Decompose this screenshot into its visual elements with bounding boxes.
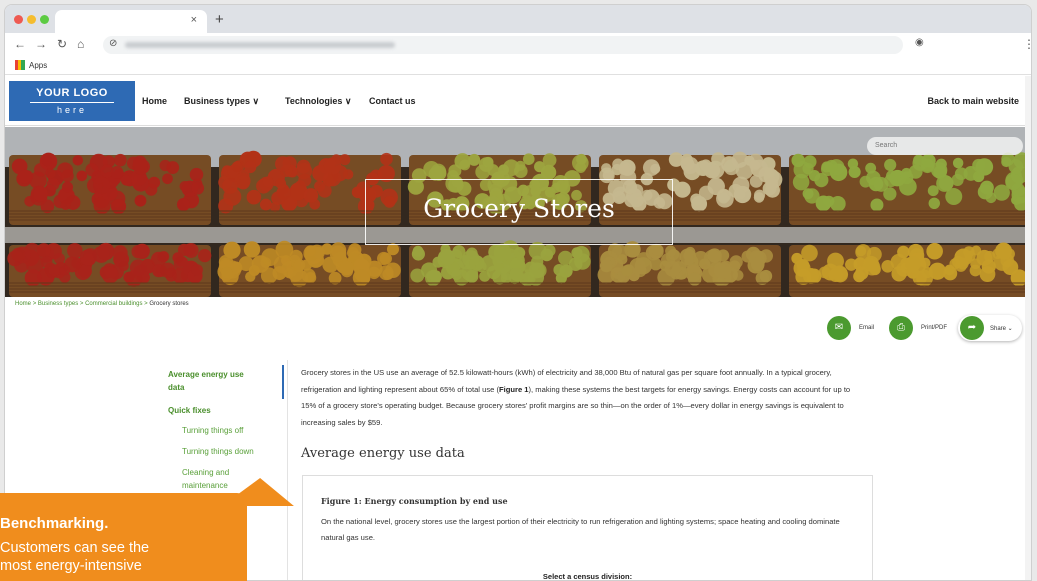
callout-line-1: Customers can see the (0, 540, 150, 556)
tab-close-icon[interactable]: × (191, 14, 197, 26)
forward-arrow-icon[interactable]: → (35, 37, 47, 51)
breadcrumb-separator: > (79, 301, 84, 307)
address-toolbar: ← → ↻ ⌂ ⊘ ◉ ⋮ (5, 33, 1031, 57)
reload-icon[interactable]: ↻ (57, 37, 67, 51)
print-button[interactable]: ⎙ (889, 316, 913, 340)
toc-average-energy-line1[interactable]: Average energy use (168, 369, 244, 381)
close-window-dot[interactable] (14, 15, 23, 24)
section-heading: Average energy use data (301, 446, 465, 461)
intro-paragraph: Grocery stores in the US use an average … (301, 365, 861, 431)
toc-turning-off[interactable]: Turning things off (182, 425, 243, 437)
hero-title-frame: Grocery Stores (365, 179, 673, 245)
envelope-icon: ✉ (834, 322, 844, 333)
logo-text-top: YOUR LOGO (36, 87, 108, 99)
bookmarks-bar: Apps (5, 57, 1031, 75)
toc-turning-down[interactable]: Turning things down (182, 446, 254, 458)
tab-strip: × + (5, 5, 1031, 33)
back-to-main-link[interactable]: Back to main website (927, 96, 1019, 106)
callout-line-2: most energy-intensive (0, 558, 142, 574)
figure-description: On the national level, grocery stores us… (321, 517, 840, 542)
search-input[interactable]: Search (867, 137, 1023, 155)
page-scrollbar[interactable] (1025, 76, 1031, 580)
browser-tab[interactable]: × (55, 10, 207, 33)
callout-title: Benchmarking. (0, 515, 109, 532)
toc-quick-fixes[interactable]: Quick fixes (168, 405, 211, 417)
share-circle: ➦ (960, 316, 984, 340)
toc-average-energy-line2[interactable]: data (168, 382, 184, 394)
menu-kebab-icon[interactable]: ⋮ (1023, 37, 1031, 51)
toc-cleaning-line2[interactable]: maintenance (182, 480, 228, 492)
logo-divider (30, 102, 114, 103)
breadcrumb-separator: > (32, 301, 37, 307)
breadcrumb-business-types[interactable]: Business types (38, 301, 78, 307)
minimize-window-dot[interactable] (27, 15, 36, 24)
toc-divider (287, 360, 288, 580)
figure-1-link[interactable]: Figure 1 (499, 385, 529, 394)
callout-body: Customers can see the most energy-intens… (0, 539, 240, 575)
breadcrumb-current: Grocery stores (149, 301, 189, 307)
site-logo[interactable]: YOUR LOGO here (9, 81, 135, 121)
share-label: Share ⌄ (990, 326, 1013, 332)
apps-bookmark[interactable]: Apps (29, 61, 47, 70)
share-button[interactable]: ➦ Share ⌄ (958, 315, 1022, 341)
back-arrow-icon[interactable]: ← (14, 37, 26, 51)
nav-business-types[interactable]: Business types ∨ (184, 96, 259, 107)
toc-active-indicator (282, 365, 284, 399)
email-button[interactable]: ✉ (827, 316, 851, 340)
census-division-label: Select a census division: (542, 572, 633, 581)
printer-icon: ⎙ (897, 322, 905, 333)
breadcrumb-home[interactable]: Home (15, 301, 31, 307)
site-info-icon[interactable]: ⊘ (109, 38, 117, 49)
search-placeholder: Search (875, 142, 898, 149)
email-label[interactable]: Email (859, 325, 874, 331)
maximize-window-dot[interactable] (40, 15, 49, 24)
blurred-url (125, 42, 395, 48)
share-arrow-icon: ➦ (967, 322, 977, 333)
profile-icon[interactable]: ◉ (915, 37, 924, 48)
toc-cleaning-line1[interactable]: Cleaning and (182, 467, 229, 479)
site-header: YOUR LOGO here Home Business types ∨ Tec… (5, 76, 1031, 126)
breadcrumb: Home > Business types > Commercial build… (15, 301, 189, 307)
benchmarking-callout: Benchmarking. Customers can see the most… (0, 493, 247, 581)
hero-banner: Grocery Stores Search (5, 127, 1031, 297)
new-tab-icon[interactable]: + (215, 11, 224, 28)
nav-technologies[interactable]: Technologies ∨ (285, 96, 351, 107)
page-title: Grocery Stores (423, 194, 615, 223)
figure-card: Figure 1: Energy consumption by end use … (302, 475, 873, 581)
apps-grid-icon[interactable] (15, 60, 25, 70)
nav-contact-us[interactable]: Contact us (369, 96, 416, 106)
breadcrumb-separator: > (144, 301, 148, 307)
figure-title: Figure 1: Energy consumption by end use (321, 496, 508, 506)
print-label[interactable]: Print/PDF (921, 325, 947, 331)
article-body: Grocery stores in the US use an average … (301, 365, 861, 431)
breadcrumb-commercial-buildings[interactable]: Commercial buildings (85, 301, 142, 307)
home-icon[interactable]: ⌂ (77, 37, 84, 51)
nav-home[interactable]: Home (142, 96, 167, 106)
address-bar[interactable]: ⊘ (103, 36, 903, 54)
logo-text-bottom: here (56, 105, 87, 115)
